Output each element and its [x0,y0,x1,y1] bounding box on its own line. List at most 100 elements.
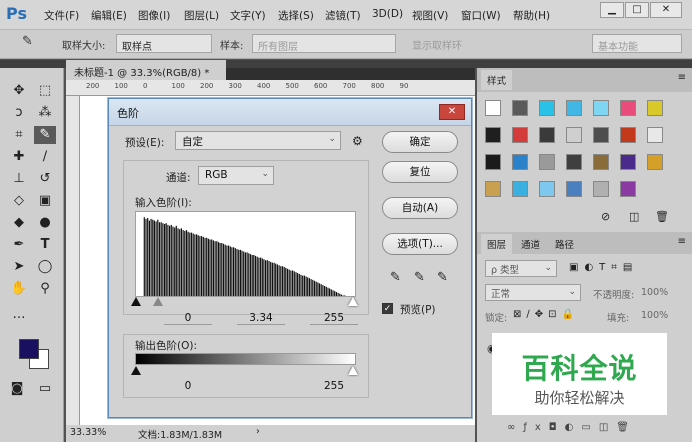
document-tab[interactable]: 未标题-1 @ 33.3%(RGB/8) * × [66,60,226,90]
style-swatch[interactable] [512,154,528,170]
white-eyedropper-icon[interactable]: ✎ [437,270,448,285]
eyedropper-tool-icon[interactable]: ✎ [34,126,56,144]
output-black-value[interactable]: 0 [164,380,212,392]
style-swatch[interactable] [539,154,555,170]
style-swatch[interactable] [620,100,636,116]
stamp-tool-icon[interactable]: ⊥ [8,170,30,188]
output-white-value[interactable]: 255 [310,380,358,392]
maximize-button[interactable]: □ [625,2,649,18]
style-swatch[interactable] [485,154,501,170]
workspace-select[interactable]: 基本功能 [592,34,682,53]
ok-button[interactable]: 确定 [382,131,458,153]
style-swatch[interactable] [647,100,663,116]
zoom-tool-icon[interactable]: ⚲ [34,280,56,298]
menu-select[interactable]: 选择(S) [278,8,314,23]
lasso-tool-icon[interactable]: ↄ [8,104,30,122]
reset-button[interactable]: 复位 [382,161,458,183]
style-swatch[interactable] [647,154,663,170]
sample-size-select[interactable]: 取样点 [116,34,212,53]
style-swatch[interactable] [593,154,609,170]
brush-tool-icon[interactable]: ∕ [34,148,56,166]
close-icon[interactable]: ✕ [439,104,465,120]
new-style-icon[interactable]: ◫ [629,210,639,223]
menu-image[interactable]: 图像(I) [138,8,170,23]
menu-help[interactable]: 帮助(H) [513,8,550,23]
minimize-button[interactable]: ▁ [600,2,624,18]
menu-file[interactable]: 文件(F) [44,8,79,23]
type-tool-icon[interactable]: T [34,236,56,254]
style-swatch[interactable] [485,100,501,116]
path-select-tool-icon[interactable]: ➤ [8,258,30,276]
shape-tool-icon[interactable]: ◯ [34,258,56,276]
style-swatch[interactable] [647,127,663,143]
more-tools-icon[interactable]: … [8,306,30,324]
style-swatch[interactable] [593,181,609,197]
style-swatch[interactable] [566,154,582,170]
close-window-button[interactable]: ✕ [650,2,682,18]
black-eyedropper-icon[interactable]: ✎ [390,270,401,285]
menu-3d[interactable]: 3D(D) [372,8,403,20]
style-swatch[interactable] [512,100,528,116]
style-swatch[interactable] [566,127,582,143]
options-button[interactable]: 选项(T)... [382,233,458,255]
clear-style-icon[interactable]: ⊘ [601,210,610,223]
panel-menu-icon[interactable]: ≡ [678,72,686,83]
style-swatch[interactable] [593,127,609,143]
tab-paths[interactable]: 路径 [549,234,580,254]
opacity-value[interactable]: 100% [641,287,668,298]
layer-bottom-icons[interactable]: ∞ƒx◘◐▭◫🗑 [507,422,637,433]
input-black-value[interactable]: 0 [164,312,212,325]
style-swatch[interactable] [620,181,636,197]
style-swatch[interactable] [539,100,555,116]
history-brush-tool-icon[interactable]: ↺ [34,170,56,188]
menu-window[interactable]: 窗口(W) [461,8,501,23]
style-swatch[interactable] [485,181,501,197]
quick-mask-icon[interactable]: ◙ [6,380,28,398]
style-swatch[interactable] [539,127,555,143]
menu-filter[interactable]: 滤镜(T) [325,8,361,23]
preset-select[interactable]: 自定 ⌄ [175,131,341,150]
move-tool-icon[interactable]: ✥ [8,82,30,100]
eraser-tool-icon[interactable]: ◇ [8,192,30,210]
crop-tool-icon[interactable]: ⌗ [8,126,30,144]
pen-tool-icon[interactable]: ✒ [8,236,30,254]
output-white-slider[interactable] [348,366,358,375]
fill-value[interactable]: 100% [641,310,668,321]
style-swatch[interactable] [485,127,501,143]
preview-checkbox[interactable]: ✓ [382,303,393,314]
tab-styles[interactable]: 样式 [481,70,513,90]
magic-wand-tool-icon[interactable]: ⁂ [34,104,56,122]
gradient-tool-icon[interactable]: ▣ [34,192,56,210]
layers-menu-icon[interactable]: ≡ [678,236,686,247]
tab-channels[interactable]: 通道 [515,234,546,254]
style-swatch[interactable] [512,181,528,197]
input-white-slider[interactable] [348,297,358,306]
input-white-value[interactable]: 255 [310,312,358,325]
style-swatch[interactable] [620,154,636,170]
menu-edit[interactable]: 编辑(E) [91,8,127,23]
hand-tool-icon[interactable]: ✋ [8,280,30,298]
input-gamma-value[interactable]: 3.34 [237,312,285,325]
output-black-slider[interactable] [131,366,141,375]
preset-options-gear-icon[interactable]: ⚙ [352,134,363,148]
zoom-level[interactable]: 33.33% [70,427,106,438]
tab-layers[interactable]: 图层 [481,234,513,254]
channel-select[interactable]: RGB ⌄ [198,166,274,185]
style-swatch[interactable] [620,127,636,143]
screen-mode-icon[interactable]: ▭ [34,380,56,398]
input-gamma-slider[interactable] [153,297,163,306]
sample-select[interactable]: 所有图层 [252,34,396,53]
eyedropper-tool-icon[interactable]: ✎ [22,34,33,49]
blur-tool-icon[interactable]: ◆ [8,214,30,232]
marquee-tool-icon[interactable]: ⬚ [34,82,56,100]
healing-tool-icon[interactable]: ✚ [8,148,30,166]
auto-button[interactable]: 自动(A) [382,197,458,219]
input-black-slider[interactable] [131,297,141,306]
delete-style-icon[interactable]: 🗑 [655,210,669,223]
show-ring-checkbox[interactable]: 显示取样环 [412,37,462,52]
lock-icons[interactable]: ⊠∕✥⊡🔒 [513,309,579,320]
dodge-tool-icon[interactable]: ● [34,214,56,232]
menu-view[interactable]: 视图(V) [412,8,448,23]
status-arrow-icon[interactable]: › [256,426,260,437]
style-swatch[interactable] [566,100,582,116]
